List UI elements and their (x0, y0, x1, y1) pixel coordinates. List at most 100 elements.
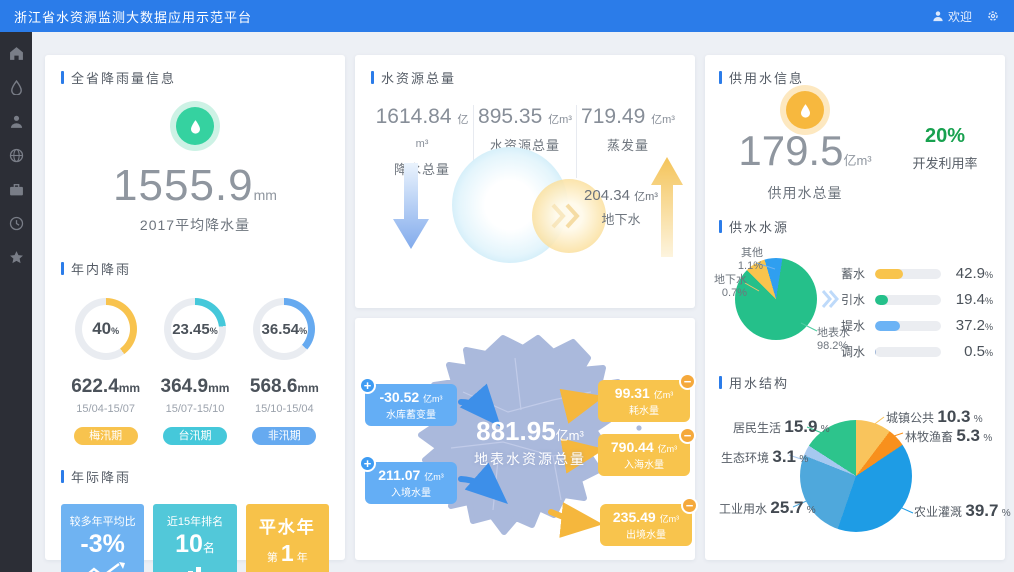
utilization-value: 20% (900, 125, 990, 148)
resources-title: 水资源总量 (381, 68, 456, 87)
rain-value: 364.9 (161, 376, 209, 397)
usage-value: 15.9 (784, 417, 817, 436)
gear-icon[interactable] (986, 9, 1000, 23)
surface-water-total: 881.95亿m³ 地表水资源总量 (450, 416, 610, 469)
label-unit: 亿m³ (424, 472, 444, 482)
star-icon[interactable] (9, 250, 24, 265)
supply-total-unit: 亿m³ (843, 153, 871, 168)
resources-header: 水资源总量 (371, 68, 679, 87)
label-unit: 亿m³ (654, 390, 674, 400)
up-arrow-icon (651, 157, 683, 257)
period-badge: 非汛期 (252, 427, 316, 445)
stat-unit: 亿m³ (548, 114, 572, 126)
donut-chart-nonflood: 36.54% (253, 298, 315, 360)
usage-header: 用水结构 (719, 373, 789, 392)
label-value: 790.44 (611, 439, 654, 455)
chevrons-right-icon (821, 289, 839, 309)
usage-value: 10.3 (937, 407, 970, 426)
percent-sign: % (799, 454, 808, 465)
pie-label-value: 0.7% (711, 287, 747, 300)
outbound-water-label: − 235.49 亿m³ 出境水量 (600, 504, 692, 546)
percent-sign: % (299, 326, 307, 336)
annual-rainfall-header: 年内降雨 (61, 259, 329, 278)
avg-precipitation-unit: mm (254, 187, 277, 203)
usage-value: 5.3 (956, 426, 980, 445)
tile-value: -3% (61, 529, 144, 559)
sources-title: 供水水源 (729, 217, 789, 236)
surface-water-unit: 亿m³ (556, 428, 584, 443)
plus-icon: + (359, 455, 376, 472)
label-name: 耗水量 (598, 402, 690, 417)
supply-drop-icon (786, 91, 824, 129)
bar-label: 调水 (841, 343, 869, 360)
minus-icon: − (679, 373, 696, 390)
usage-value: 25.7 (770, 498, 803, 517)
bar-value: 37.2 (956, 317, 985, 334)
percent-sign: % (974, 414, 983, 425)
pie-label-value: 1.1% (731, 260, 763, 273)
tile-normal-year: 平水年 第 1 年 (246, 504, 329, 572)
percent-sign: % (807, 505, 816, 516)
interannual-header: 年际降雨 (61, 467, 329, 486)
user-icon[interactable] (9, 114, 24, 129)
briefcase-icon[interactable] (9, 182, 24, 197)
plus-icon: + (359, 377, 376, 394)
bar-value: 0.5 (964, 343, 985, 360)
bar-track (875, 295, 941, 305)
bar-fill (875, 321, 900, 331)
topbar: 浙江省水资源监测大数据应用示范平台 欢迎 (0, 0, 1014, 32)
interannual-tiles: 较多年平均比 -3% 近15年排名 10名 平水年 第 1 年 (61, 504, 329, 572)
usage-name: 生态环境 (721, 451, 769, 465)
bar-track (875, 269, 941, 279)
stat-unit: 亿m³ (651, 114, 675, 126)
tile-value-suffix: 年 (297, 552, 308, 564)
section-accent-bar (719, 71, 722, 84)
usage-name: 农业灌溉 (914, 505, 962, 519)
supply-header: 供用水信息 (719, 68, 804, 87)
percent-sign: % (985, 296, 993, 306)
welcome-button[interactable]: 欢迎 (932, 8, 972, 25)
water-drop-icon[interactable] (9, 80, 24, 95)
rain-period: 15/07-15/10 (166, 403, 225, 415)
utilization-label: 开发利用率 (900, 153, 990, 172)
label-name: 水库蓄变量 (365, 406, 457, 421)
percent-sign: % (821, 424, 830, 435)
rain-value: 622.4 (71, 376, 119, 397)
inbound-water-label: + 211.07 亿m³ 入境水量 (365, 462, 457, 504)
minus-icon: − (679, 427, 696, 444)
groundwater-value: 204.34 (584, 187, 630, 204)
section-accent-bar (371, 71, 374, 84)
bar-label: 引水 (841, 291, 869, 308)
globe-icon[interactable] (9, 148, 24, 163)
bar-track (875, 321, 941, 331)
percent-sign: % (1002, 508, 1011, 519)
bar-value: 19.4 (956, 291, 985, 308)
bar-track (875, 347, 941, 357)
label-value: 99.31 (615, 385, 650, 401)
donut-percent: 23.45 (172, 321, 210, 338)
pie-label-name: 地下水 (711, 274, 747, 287)
rain-period: 15/10-15/04 (255, 403, 314, 415)
pie-label-groundwater: 地下水 0.7% (711, 274, 747, 300)
user-icon (932, 10, 944, 22)
donut-item: 40% 622.4mm 15/04-15/07 梅汛期 (61, 298, 150, 445)
section-accent-bar (61, 470, 64, 483)
label-unit: 亿m³ (658, 444, 678, 454)
tile-value: 10 (175, 530, 203, 558)
percent-sign: % (111, 326, 119, 336)
usage-name: 城镇公共 (886, 411, 934, 425)
trend-line-icon (81, 561, 125, 572)
home-icon[interactable] (9, 46, 24, 61)
sources-bars: 蓄水 42.9% 引水 19.4% 提水 37.2% 调水 0.5% (841, 265, 993, 369)
usage-label-urban-public: 城镇公共 10.3 % (886, 407, 983, 427)
usage-label-agriculture: 农业灌溉 39.7 % (914, 501, 1011, 521)
welcome-label: 欢迎 (948, 8, 972, 25)
bar-fill (875, 269, 903, 279)
clock-icon[interactable] (9, 216, 24, 231)
section-accent-bar (719, 220, 722, 233)
supply-total-value: 179.5 (738, 127, 843, 174)
bar-label: 提水 (841, 317, 869, 334)
label-name: 入境水量 (365, 484, 457, 499)
percent-sign: % (985, 270, 993, 280)
minus-icon: − (681, 497, 698, 514)
